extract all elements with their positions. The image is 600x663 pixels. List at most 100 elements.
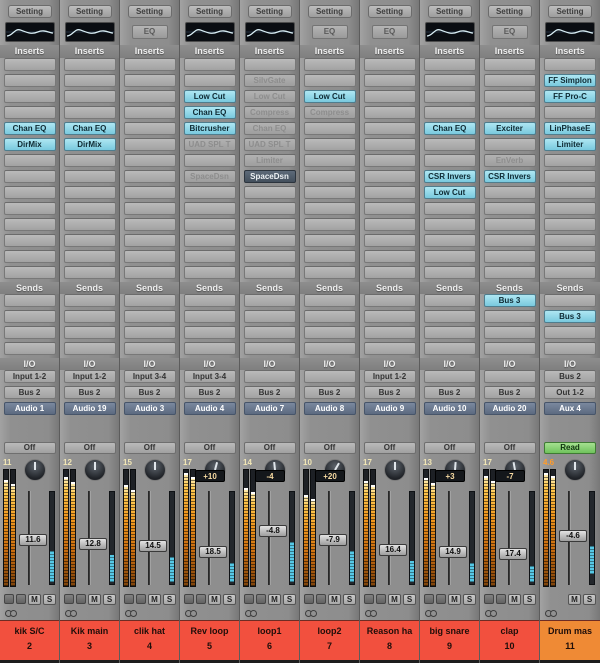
insert-slot[interactable] xyxy=(483,58,536,71)
stereo-format-icon[interactable] xyxy=(70,609,77,617)
insert-slot[interactable] xyxy=(544,218,596,231)
insert-slot[interactable] xyxy=(544,106,596,119)
setting-button[interactable]: Setting xyxy=(247,5,292,18)
eq-text-button[interactable]: EQ xyxy=(311,25,348,39)
send-slot[interactable] xyxy=(423,326,476,339)
mute-button[interactable]: M xyxy=(28,593,41,605)
insert-slot[interactable] xyxy=(123,90,176,103)
insert-slot[interactable] xyxy=(363,90,416,103)
output-slot[interactable]: Bus 2 xyxy=(3,386,56,399)
insert-slot[interactable] xyxy=(63,170,116,183)
send-slot[interactable] xyxy=(303,342,356,355)
insert-slot[interactable]: DirMix xyxy=(3,138,56,151)
input-monitor-button[interactable] xyxy=(496,594,506,604)
nameplate[interactable]: clik hat 4 xyxy=(120,620,179,660)
insert-slot[interactable]: UAD SPL T xyxy=(243,138,296,151)
input-slot[interactable]: Input 1-2 xyxy=(363,370,416,383)
insert-slot[interactable] xyxy=(303,266,356,279)
insert-slot[interactable] xyxy=(363,186,416,199)
fader-cap[interactable]: -4.8 xyxy=(259,525,287,537)
send-slot[interactable] xyxy=(183,342,236,355)
fader-cap[interactable]: 12.8 xyxy=(79,538,107,550)
insert-slot[interactable]: FF Pro-C xyxy=(544,90,596,103)
setting-button[interactable]: Setting xyxy=(127,5,172,18)
insert-slot[interactable] xyxy=(423,138,476,151)
insert-slot[interactable]: UAD SPL T xyxy=(183,138,236,151)
fader-track[interactable] xyxy=(448,491,451,585)
output-slot[interactable]: Bus 2 xyxy=(123,386,176,399)
insert-slot[interactable] xyxy=(243,58,296,71)
insert-slot[interactable] xyxy=(183,266,236,279)
input-monitor-button[interactable] xyxy=(136,594,146,604)
insert-slot[interactable] xyxy=(363,266,416,279)
send-slot[interactable] xyxy=(3,294,56,307)
send-slot[interactable] xyxy=(63,310,116,323)
stereo-format-icon[interactable] xyxy=(430,609,437,617)
insert-slot[interactable] xyxy=(243,234,296,247)
insert-slot[interactable] xyxy=(3,106,56,119)
send-slot[interactable] xyxy=(123,342,176,355)
eq-curve-display[interactable] xyxy=(244,22,295,42)
nameplate[interactable]: Kik main 3 xyxy=(60,620,119,660)
insert-slot[interactable] xyxy=(183,186,236,199)
stereo-format-icon[interactable] xyxy=(310,609,317,617)
insert-slot[interactable] xyxy=(123,154,176,167)
send-slot[interactable] xyxy=(183,310,236,323)
insert-slot[interactable] xyxy=(483,234,536,247)
insert-slot[interactable] xyxy=(63,202,116,215)
pan-knob[interactable] xyxy=(24,459,46,481)
send-slot[interactable] xyxy=(243,326,296,339)
solo-button[interactable]: S xyxy=(523,593,536,605)
record-button[interactable] xyxy=(184,594,194,604)
fader-cap[interactable]: 11.6 xyxy=(19,534,47,546)
insert-slot[interactable] xyxy=(183,234,236,247)
insert-slot[interactable] xyxy=(63,90,116,103)
send-slot[interactable] xyxy=(123,294,176,307)
automation-button[interactable]: Off xyxy=(483,442,536,454)
output-slot[interactable]: Bus 2 xyxy=(303,386,356,399)
setting-button[interactable]: Setting xyxy=(367,5,412,18)
insert-slot[interactable] xyxy=(303,234,356,247)
solo-button[interactable]: S xyxy=(403,593,416,605)
insert-slot[interactable]: Low Cut xyxy=(423,186,476,199)
send-slot[interactable] xyxy=(3,310,56,323)
insert-slot[interactable] xyxy=(363,122,416,135)
record-button[interactable] xyxy=(244,594,254,604)
solo-button[interactable]: S xyxy=(583,593,596,605)
send-slot[interactable] xyxy=(363,326,416,339)
insert-slot[interactable] xyxy=(363,58,416,71)
insert-slot[interactable] xyxy=(243,218,296,231)
insert-slot[interactable]: Low Cut xyxy=(303,90,356,103)
insert-slot[interactable] xyxy=(303,170,356,183)
output-slot[interactable]: Bus 2 xyxy=(183,386,236,399)
send-slot[interactable] xyxy=(544,342,596,355)
insert-slot[interactable] xyxy=(3,186,56,199)
output-slot[interactable]: Out 1-2 xyxy=(544,386,596,399)
insert-slot[interactable] xyxy=(183,250,236,263)
insert-slot[interactable] xyxy=(123,218,176,231)
fader-cap[interactable]: -7.9 xyxy=(319,534,347,546)
insert-slot[interactable]: SpaceDsn xyxy=(243,170,296,183)
insert-slot[interactable] xyxy=(63,234,116,247)
fader-track[interactable] xyxy=(148,491,151,585)
fader-track[interactable] xyxy=(208,491,211,585)
insert-slot[interactable]: EnVerb xyxy=(483,154,536,167)
insert-slot[interactable] xyxy=(544,202,596,215)
insert-slot[interactable]: CSR Invers xyxy=(483,170,536,183)
nameplate[interactable]: big snare 9 xyxy=(420,620,479,660)
insert-slot[interactable] xyxy=(63,266,116,279)
eq-curve-display[interactable] xyxy=(4,22,55,42)
solo-button[interactable]: S xyxy=(463,593,476,605)
solo-button[interactable]: S xyxy=(163,593,176,605)
mute-button[interactable]: M xyxy=(448,593,461,605)
setting-button[interactable]: Setting xyxy=(548,5,592,18)
insert-slot[interactable]: Exciter xyxy=(483,122,536,135)
insert-slot[interactable] xyxy=(303,74,356,87)
insert-slot[interactable] xyxy=(483,90,536,103)
insert-slot[interactable] xyxy=(423,250,476,263)
fader-cap[interactable]: 14.5 xyxy=(139,540,167,552)
input-slot[interactable]: Input 1-2 xyxy=(3,370,56,383)
pan-knob[interactable] xyxy=(384,459,406,481)
insert-slot[interactable] xyxy=(243,186,296,199)
insert-slot[interactable] xyxy=(123,106,176,119)
